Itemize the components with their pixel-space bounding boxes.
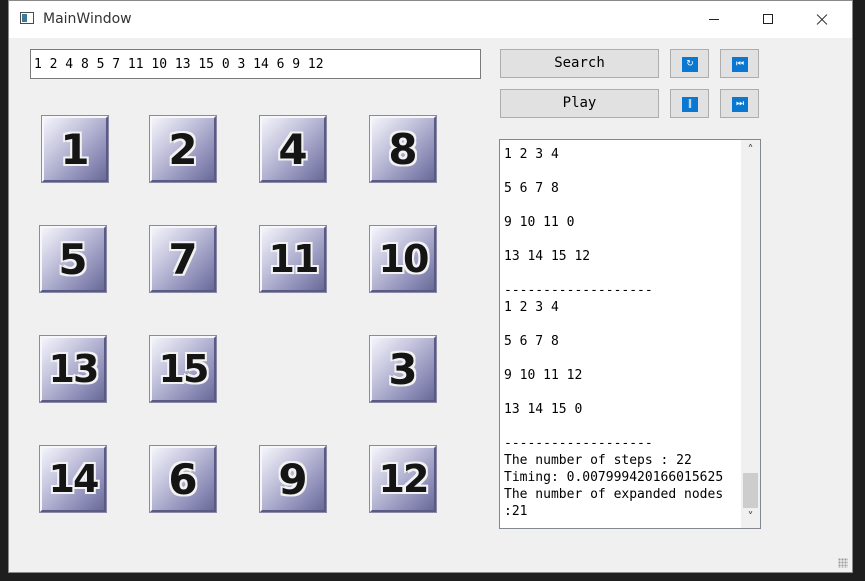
puzzle-tile[interactable]: 8 [370,116,436,182]
puzzle-tile[interactable]: 3 [370,336,436,402]
puzzle-tile[interactable]: 14 [40,446,106,512]
refresh-button[interactable]: ↻ [670,49,709,78]
skip-to-end-button[interactable]: ⏭ [720,89,759,118]
puzzle-tile[interactable]: 1 [42,116,108,182]
sequence-input[interactable] [30,49,481,79]
scroll-down-icon[interactable]: ˅ [741,509,760,526]
puzzle-tile[interactable]: 5 [40,226,106,292]
pause-button[interactable]: ‖ [670,89,709,118]
output-log[interactable]: ------------------- 1 2 3 4 5 6 7 8 9 10… [499,139,761,529]
maximize-button[interactable] [745,1,791,38]
pause-icon: ‖ [682,97,698,112]
window-title: MainWindow [43,11,132,27]
puzzle-tile[interactable]: 10 [370,226,436,292]
puzzle-tile[interactable]: 15 [150,336,216,402]
scrollbar-thumb[interactable] [743,473,758,508]
skip-to-start-button[interactable]: ⏮ [720,49,759,78]
puzzle-tile[interactable]: 2 [150,116,216,182]
search-button[interactable]: Search [500,49,659,78]
puzzle-tile[interactable]: 13 [40,336,106,402]
refresh-icon: ↻ [682,57,698,72]
puzzle-tile[interactable]: 12 [370,446,436,512]
puzzle-tile[interactable]: 7 [150,226,216,292]
skip-to-start-icon: ⏮ [732,57,748,72]
puzzle-tile[interactable]: 9 [260,446,326,512]
vertical-scrollbar[interactable]: ˄ ˅ [741,140,760,528]
play-button[interactable]: Play [500,89,659,118]
app-icon [20,12,34,24]
puzzle-tile[interactable]: 6 [150,446,216,512]
close-button[interactable] [799,1,845,38]
title-bar[interactable]: MainWindow [9,1,852,38]
main-window: MainWindow Search Play ↻ ⏮ ‖ ⏭ 1 2 4 8 5… [8,0,853,573]
resize-grip-icon[interactable] [838,558,848,568]
puzzle-tile[interactable]: 4 [260,116,326,182]
output-text: ------------------- 1 2 3 4 5 6 7 8 9 10… [504,140,724,519]
scroll-up-icon[interactable]: ˄ [741,142,760,159]
puzzle-tile[interactable]: 11 [260,226,326,292]
minimize-button[interactable] [691,1,737,38]
skip-to-end-icon: ⏭ [732,97,748,112]
